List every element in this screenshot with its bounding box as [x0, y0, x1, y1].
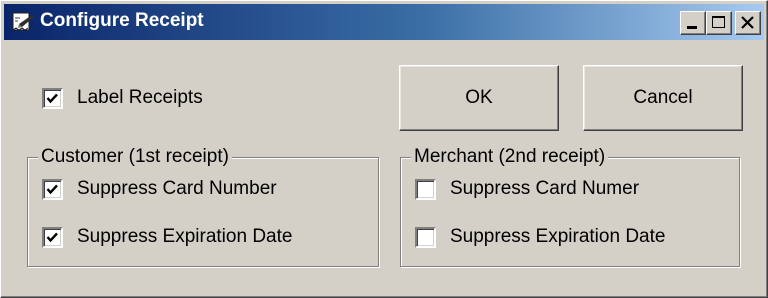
label-receipts-checkbox[interactable] [42, 87, 63, 109]
maximize-icon [712, 16, 725, 28]
label-receipts-option[interactable]: Label Receipts [42, 86, 203, 110]
customer-suppress-expiration-label: Suppress Expiration Date [77, 226, 293, 247]
customer-suppress-expiration-option[interactable]: Suppress Expiration Date [42, 225, 292, 249]
merchant-suppress-expiration-checkbox[interactable] [415, 226, 436, 248]
merchant-group-title: Merchant (2nd receipt) [411, 146, 609, 168]
close-button[interactable] [735, 11, 761, 35]
window-title: Configure Receipt [40, 10, 204, 31]
label-receipts-label: Label Receipts [77, 87, 203, 108]
checkmark-icon [46, 184, 58, 194]
merchant-group: Merchant (2nd receipt) [400, 146, 740, 267]
ok-button[interactable]: OK [399, 65, 559, 131]
customer-group: Customer (1st receipt) [27, 146, 379, 267]
title-bar[interactable]: Configure Receipt [4, 4, 764, 40]
customer-suppress-card-checkbox[interactable] [42, 178, 63, 200]
merchant-suppress-expiration-label: Suppress Expiration Date [450, 226, 666, 247]
merchant-suppress-card-label: Suppress Card Numer [450, 178, 640, 199]
merchant-suppress-card-checkbox[interactable] [415, 178, 436, 200]
cancel-button[interactable]: Cancel [583, 65, 743, 131]
checkmark-icon [46, 93, 58, 103]
customer-suppress-expiration-checkbox[interactable] [42, 226, 63, 248]
minimize-button[interactable] [680, 11, 706, 35]
customer-suppress-card-option[interactable]: Suppress Card Number [42, 177, 277, 201]
customer-suppress-card-label: Suppress Card Number [77, 178, 277, 199]
close-icon [741, 16, 754, 29]
merchant-suppress-expiration-option[interactable]: Suppress Expiration Date [415, 225, 665, 249]
customer-group-title: Customer (1st receipt) [38, 146, 232, 168]
merchant-suppress-card-option[interactable]: Suppress Card Numer [415, 177, 639, 201]
minimize-icon [687, 26, 697, 29]
receipt-app-icon [10, 11, 36, 33]
checkmark-icon [46, 232, 58, 242]
maximize-button[interactable] [706, 11, 732, 35]
configure-receipt-dialog: Configure Receipt Label Receipts OK Canc… [0, 0, 768, 298]
